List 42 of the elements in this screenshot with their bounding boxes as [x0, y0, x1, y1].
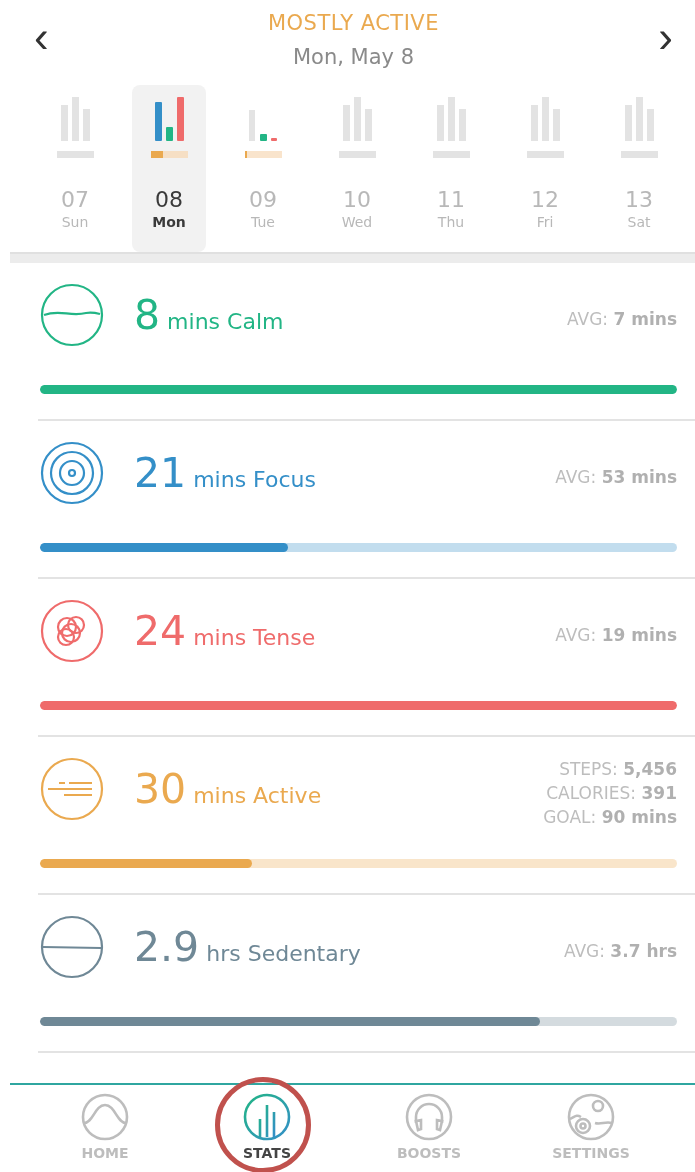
mini-bar-chart-icon [56, 97, 94, 158]
mini-bar-chart-icon [338, 97, 376, 158]
wave-circle-icon [81, 1093, 129, 1141]
metric-value: 30 [134, 765, 187, 813]
mini-bar-chart-icon [526, 97, 564, 158]
nav-tab[interactable]: BOOSTS [396, 1085, 462, 1172]
metric-value: 8 [134, 291, 161, 339]
summary-title: MOSTLY ACTIVE [267, 11, 439, 35]
date-label: Mon, May 8 [292, 45, 415, 69]
metric-stat: CALORIES: 391 [546, 783, 677, 803]
metric-value: 24 [134, 607, 187, 655]
metric-label: mins Active [193, 783, 322, 808]
metric-value: 2.9 [134, 923, 200, 971]
headphones-icon [405, 1093, 453, 1141]
mini-bar-chart-icon [620, 97, 658, 158]
metric-stat: STEPS: 5,456 [559, 759, 677, 779]
metric-label: hrs Sedentary [206, 941, 361, 966]
nav-tab[interactable]: STATS [243, 1085, 291, 1172]
metric-label: mins Calm [167, 309, 284, 334]
day-tab[interactable]: 07 Sun [28, 85, 122, 252]
metric-label: mins Focus [193, 467, 316, 492]
day-tab[interactable]: 13 Sat [592, 85, 686, 252]
metric-value: 21 [134, 449, 187, 497]
mini-bar-chart-icon [150, 97, 188, 158]
metric-stat: AVG: 3.7 hrs [563, 941, 677, 961]
mini-bar-chart-icon [432, 97, 470, 158]
metric-label: mins Tense [193, 625, 316, 650]
metric-stat: GOAL: 90 mins [543, 807, 677, 827]
day-tab[interactable]: 10 Wed [310, 85, 404, 252]
metric-stat: AVG: 19 mins [555, 625, 677, 645]
metric-stat: AVG: 7 mins [567, 309, 677, 329]
globe-gears-icon [567, 1093, 615, 1141]
nav-tab[interactable]: HOME [81, 1085, 129, 1172]
previous-day-button[interactable]: ‹ [26, 15, 57, 59]
day-tab[interactable]: 09 Tue [216, 85, 310, 252]
bar-chart-icon [243, 1093, 291, 1141]
day-tab[interactable]: 08 Mon [132, 85, 206, 252]
nav-tab[interactable]: SETTINGS [552, 1085, 630, 1172]
metric-stat: AVG: 53 mins [555, 467, 677, 487]
next-day-button[interactable]: › [650, 15, 681, 59]
day-tab[interactable]: 11 Thu [404, 85, 498, 252]
day-tab[interactable]: 12 Fri [498, 85, 592, 252]
